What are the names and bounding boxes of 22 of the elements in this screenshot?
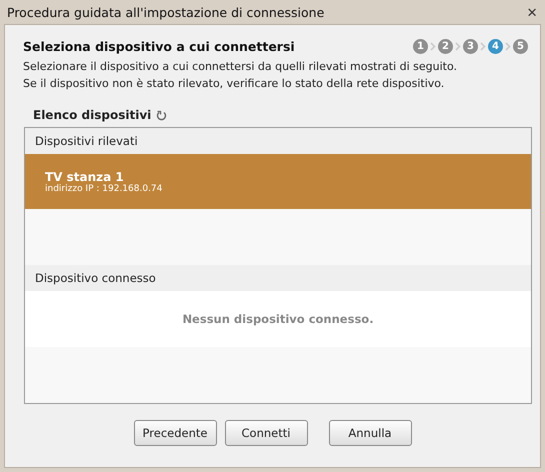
section-header: Dispositivo connesso <box>25 265 531 291</box>
step-heading: Seleziona dispositivo a cui connettersi <box>23 39 295 54</box>
chevron-icon <box>480 42 486 51</box>
refresh-icon[interactable] <box>156 110 168 120</box>
step-indicator: 1 <box>413 39 428 54</box>
list-title: Elenco dispositivi <box>33 108 152 122</box>
window-title: Procedura guidata all'impostazione di connessione <box>7 4 324 20</box>
section-header: Dispositivi rilevati <box>25 128 531 154</box>
chevron-icon <box>455 42 461 51</box>
chevron-icon <box>430 42 436 51</box>
step-indicator: 3 <box>463 39 478 54</box>
step-indicator: 4 <box>488 39 503 54</box>
step-indicator: 2 <box>438 39 453 54</box>
dialog-button[interactable]: Precedente <box>134 420 216 446</box>
step-indicator: 5 <box>513 39 528 54</box>
dialog-button[interactable]: Connetti <box>224 420 308 446</box>
empty-message: Nessun dispositivo connesso. <box>25 291 531 347</box>
instruction-text: Selezionare il dispositivo a cui connettersi da quelli rilevati mostrati di seguito. <box>22 59 458 75</box>
chevron-icon <box>505 42 511 51</box>
close-button[interactable]: × <box>527 4 537 20</box>
instruction-text: Se il dispositivo non è stato rilevato, verificare lo stato della rete dispositivo. <box>22 76 446 92</box>
dialog-button[interactable]: Annulla <box>328 420 412 446</box>
